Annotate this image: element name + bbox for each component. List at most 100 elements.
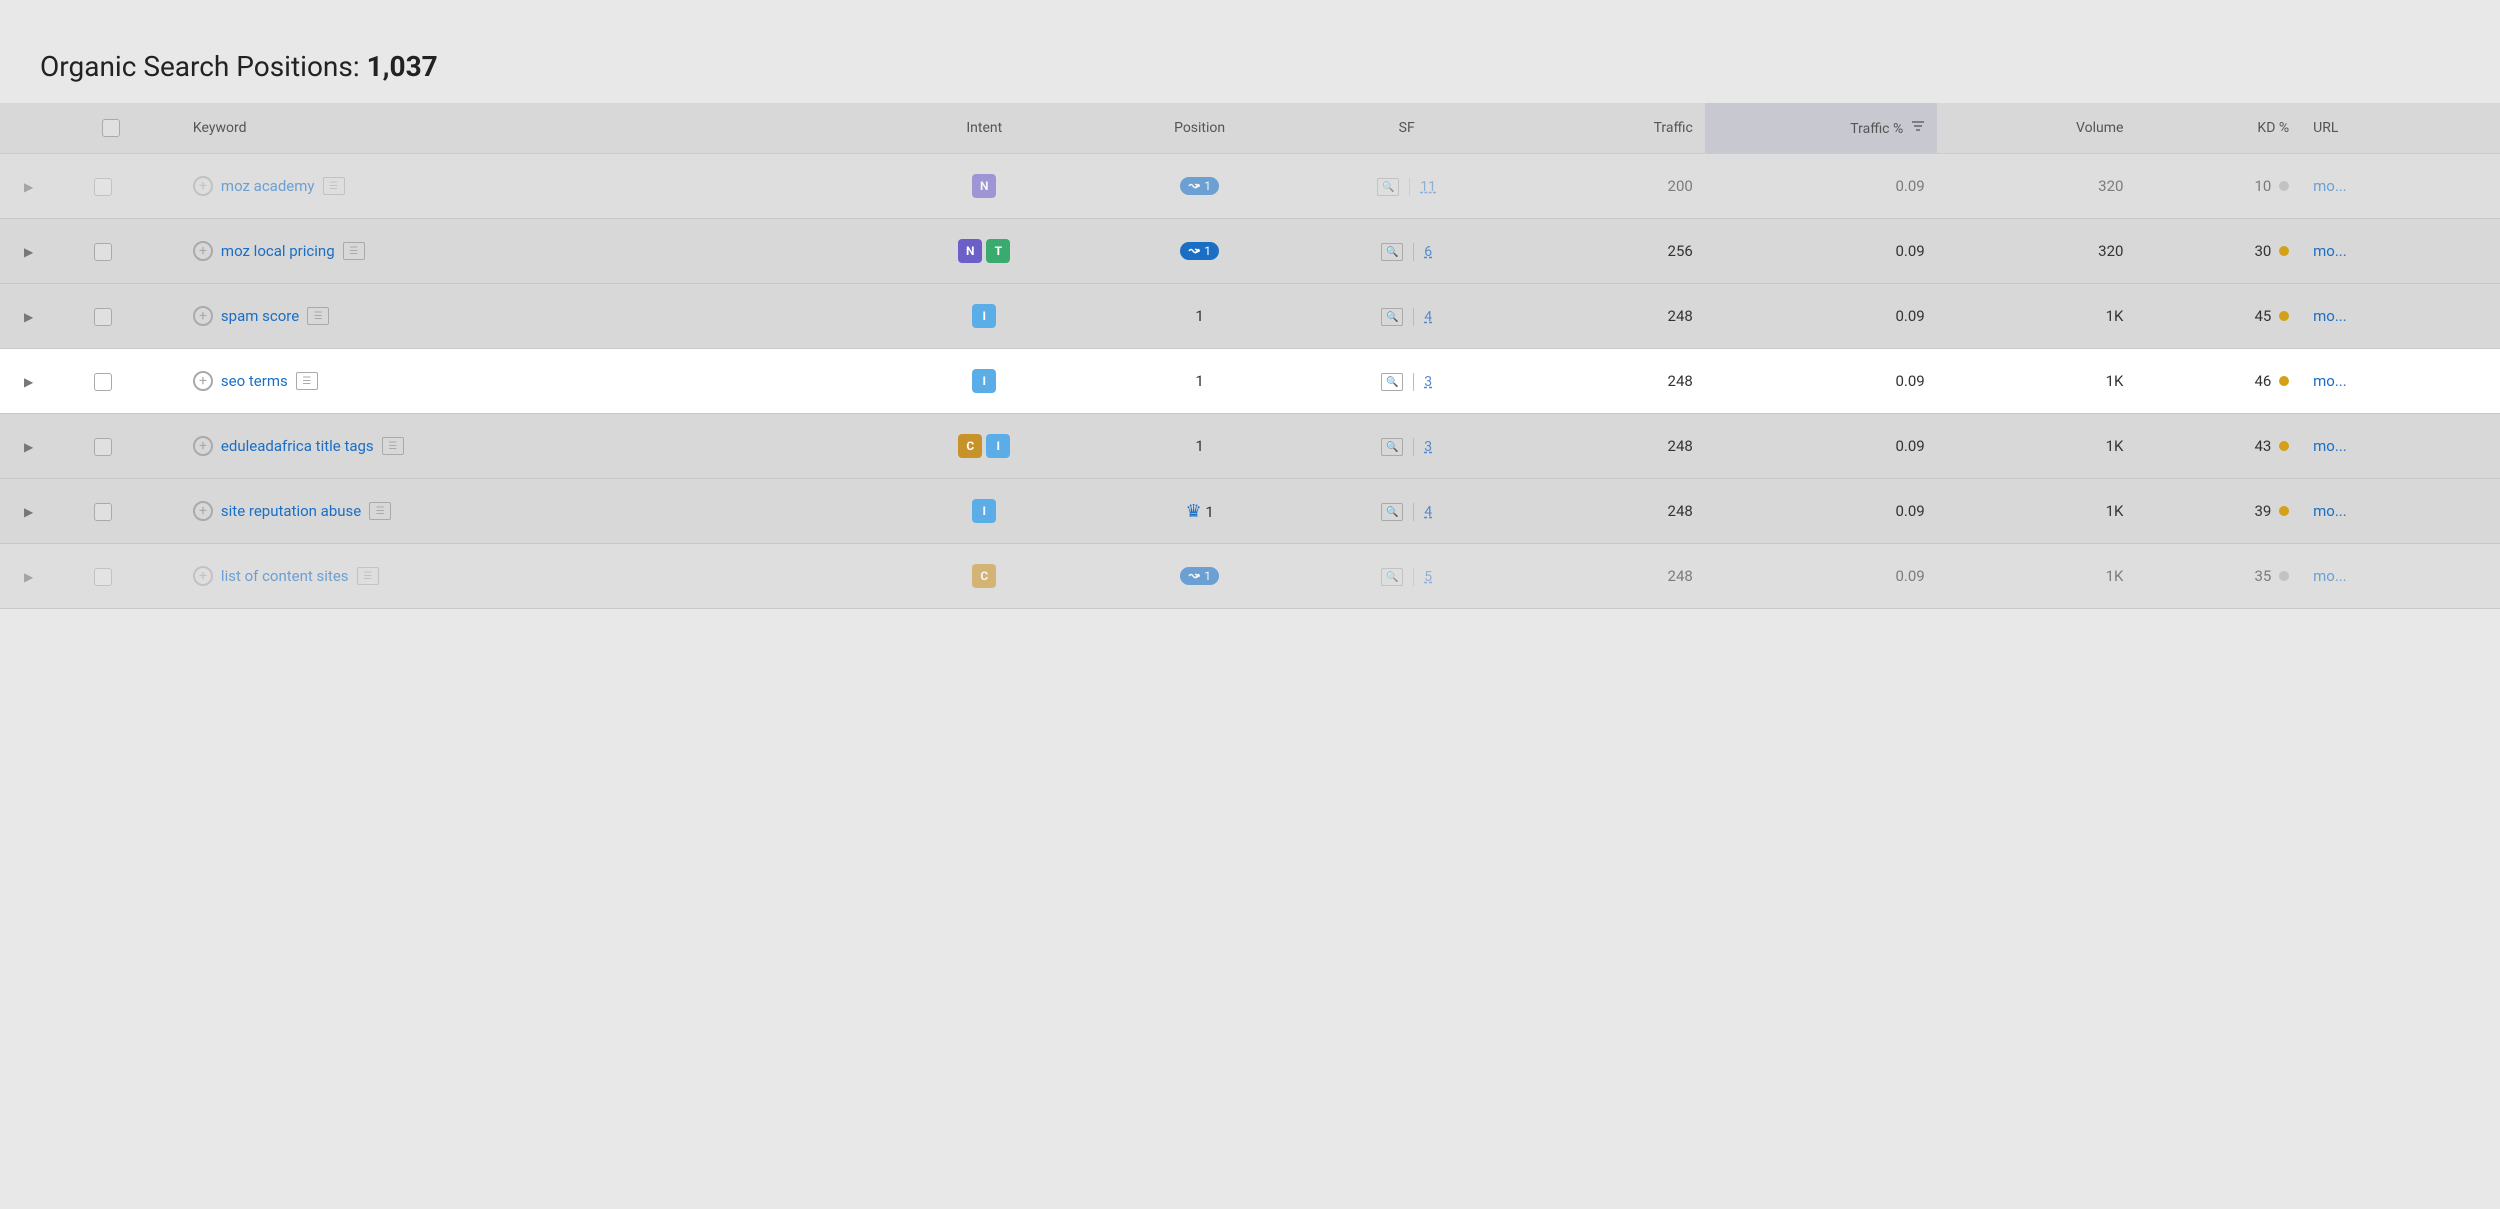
add-icon[interactable]: + — [193, 241, 213, 261]
keyword-link[interactable]: + list of content sites ☰ — [193, 566, 379, 586]
select-all-checkbox[interactable] — [102, 119, 120, 137]
sf-serp-icon: 🔍 — [1381, 308, 1403, 326]
keyword-cell: + spam score ☰ — [181, 284, 877, 349]
expander-button[interactable]: ▶ — [20, 568, 37, 586]
traffic-pct-filter-icon[interactable] — [1911, 119, 1925, 133]
col-header-url[interactable]: URL — [2301, 103, 2500, 154]
sf-number[interactable]: 6 — [1424, 244, 1432, 260]
intent-cell: I — [877, 349, 1092, 414]
add-icon[interactable]: + — [193, 306, 213, 326]
serp-icon[interactable]: ☰ — [343, 242, 365, 260]
add-icon[interactable]: + — [193, 566, 213, 586]
url-link[interactable]: mo... — [2313, 372, 2347, 390]
col-header-position[interactable]: Position — [1092, 103, 1307, 154]
keyword-link[interactable]: + seo terms ☰ — [193, 371, 318, 391]
keyword-text: seo terms — [221, 372, 288, 390]
row-checkbox[interactable] — [94, 178, 112, 196]
add-icon[interactable]: + — [193, 501, 213, 521]
add-icon[interactable]: + — [193, 436, 213, 456]
keyword-text: list of content sites — [221, 567, 349, 585]
col-header-checkbox[interactable] — [82, 103, 181, 154]
sf-number[interactable]: 3 — [1424, 374, 1432, 390]
sf-number[interactable]: 5 — [1424, 569, 1432, 585]
row-list-of-content-sites: ▶ + list of content sites ☰ C 1 🔍 5 2480… — [0, 544, 2500, 609]
keyword-text: spam score — [221, 307, 299, 325]
url-cell: mo... — [2301, 414, 2500, 479]
traffic-cell: 248 — [1506, 349, 1705, 414]
keyword-text: site reputation abuse — [221, 502, 361, 520]
serp-icon[interactable]: ☰ — [382, 437, 404, 455]
volume-cell: 1K — [1937, 414, 2136, 479]
sf-serp-icon: 🔍 — [1381, 373, 1403, 391]
url-link[interactable]: mo... — [2313, 242, 2347, 260]
col-header-sf[interactable]: SF — [1307, 103, 1506, 154]
url-link[interactable]: mo... — [2313, 437, 2347, 455]
col-header-keyword[interactable]: Keyword — [181, 103, 877, 154]
col-header-volume[interactable]: Volume — [1937, 103, 2136, 154]
kd-value: 39 — [2255, 502, 2272, 520]
row-checkbox[interactable] — [94, 243, 112, 261]
row-checkbox[interactable] — [94, 308, 112, 326]
expander-button[interactable]: ▶ — [20, 503, 37, 521]
url-cell: mo... — [2301, 284, 2500, 349]
keyword-link[interactable]: + spam score ☰ — [193, 306, 329, 326]
keyword-cell: + list of content sites ☰ — [181, 544, 877, 609]
kd-cell: 30 — [2135, 219, 2301, 284]
col-header-traffic-pct[interactable]: Traffic % — [1705, 103, 1937, 154]
kd-cell: 43 — [2135, 414, 2301, 479]
intent-badge: I — [972, 499, 996, 523]
url-cell: mo... — [2301, 544, 2500, 609]
row-checkbox[interactable] — [94, 373, 112, 391]
col-header-kd[interactable]: KD % — [2135, 103, 2301, 154]
volume-value: 1K — [2106, 372, 2124, 390]
serp-icon[interactable]: ☰ — [296, 372, 318, 390]
serp-icon[interactable]: ☰ — [369, 502, 391, 520]
row-checkbox[interactable] — [94, 503, 112, 521]
traffic-cell: 248 — [1506, 284, 1705, 349]
serp-icon[interactable]: ☰ — [307, 307, 329, 325]
sf-container: 🔍 5 — [1381, 568, 1432, 586]
sf-number[interactable]: 3 — [1424, 439, 1432, 455]
url-link[interactable]: mo... — [2313, 307, 2347, 325]
sf-number[interactable]: 4 — [1424, 309, 1432, 325]
sf-number[interactable]: 11 — [1420, 179, 1436, 195]
expander-cell: ▶ — [0, 219, 82, 284]
header-section: Organic Search Positions: 1,037 — [0, 30, 2500, 103]
url-link[interactable]: mo... — [2313, 567, 2347, 585]
sf-number[interactable]: 4 — [1424, 504, 1432, 520]
col-header-traffic[interactable]: Traffic — [1506, 103, 1705, 154]
expander-cell: ▶ — [0, 284, 82, 349]
kd-dot — [2279, 311, 2289, 321]
row-checkbox[interactable] — [94, 438, 112, 456]
keyword-link[interactable]: + moz academy ☰ — [193, 176, 345, 196]
row-checkbox[interactable] — [94, 568, 112, 586]
add-icon[interactable]: + — [193, 176, 213, 196]
traffic-cell: 200 — [1506, 154, 1705, 219]
expander-button[interactable]: ▶ — [20, 438, 37, 456]
expander-button[interactable]: ▶ — [20, 373, 37, 391]
add-icon[interactable]: + — [193, 371, 213, 391]
traffic-cell: 248 — [1506, 414, 1705, 479]
serp-icon[interactable]: ☰ — [357, 567, 379, 585]
expander-button[interactable]: ▶ — [20, 243, 37, 261]
url-link[interactable]: mo... — [2313, 177, 2347, 195]
keyword-cell: + site reputation abuse ☰ — [181, 479, 877, 544]
url-cell: mo... — [2301, 219, 2500, 284]
sf-container: 🔍 3 — [1381, 373, 1432, 391]
position-cell: 1 — [1092, 414, 1307, 479]
keyword-link[interactable]: + moz local pricing ☰ — [193, 241, 365, 261]
url-link[interactable]: mo... — [2313, 502, 2347, 520]
col-header-intent[interactable]: Intent — [877, 103, 1092, 154]
keyword-link[interactable]: + site reputation abuse ☰ — [193, 501, 391, 521]
sf-divider — [1413, 308, 1414, 326]
expander-button[interactable]: ▶ — [20, 308, 37, 326]
sf-divider — [1413, 373, 1414, 391]
checkbox-cell — [82, 479, 181, 544]
intent-cell: N — [877, 154, 1092, 219]
expander-button[interactable]: ▶ — [20, 178, 37, 196]
serp-icon[interactable]: ☰ — [323, 177, 345, 195]
page-title: Organic Search Positions: 1,037 — [40, 50, 2460, 83]
traffic-pct-value: 0.09 — [1895, 437, 1924, 455]
kd-dot — [2279, 506, 2289, 516]
keyword-link[interactable]: + eduleadafrica title tags ☰ — [193, 436, 404, 456]
